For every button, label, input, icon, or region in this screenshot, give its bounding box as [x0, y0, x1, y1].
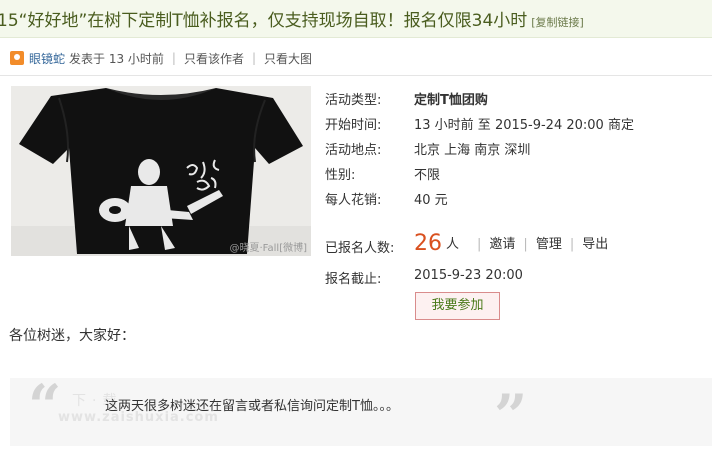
post-greeting: 各位树迷，大家好：: [9, 328, 135, 344]
manage-link[interactable]: 管理: [536, 237, 562, 252]
cost-value: 40 元: [414, 193, 448, 208]
op-separator: |: [569, 237, 575, 252]
post-time: 发表于 13 小时前: [69, 51, 164, 66]
export-link[interactable]: 导出: [582, 237, 608, 252]
type-value: 定制T恤团购: [414, 93, 488, 108]
meta-separator: |: [171, 51, 176, 65]
close-quote-icon: ”: [494, 382, 528, 450]
join-button[interactable]: 我要参加: [415, 292, 500, 320]
quote-block: 下·载 www.zaishuxia.com “ 这两天很多树迷还在留言或者私信询…: [10, 372, 712, 450]
start-label: 开始时间:: [325, 118, 382, 133]
open-quote-icon: “: [28, 372, 62, 440]
author-only-link[interactable]: 只看该作者: [184, 50, 244, 67]
deadline-label: 报名截止:: [325, 272, 382, 287]
count-unit: 人: [446, 237, 460, 252]
photo-watermark: @晓夏·Fall[微博]: [229, 243, 308, 254]
place-value: 北京 上海 南京 深圳: [414, 143, 531, 158]
quote-text: 这两天很多树迷还在留言或者私信询问定制T恤。。。: [105, 399, 399, 414]
op-separator: |: [477, 237, 482, 252]
cost-label: 每人花销:: [325, 193, 382, 208]
thread-title: 15“好好地”在树下定制T恤补报名，仅支持现场自取！报名仅限34小时 [复制链接]: [0, 11, 584, 31]
meta-separator: |: [251, 51, 257, 65]
place-label: 活动地点:: [325, 143, 382, 158]
tshirt-image: [11, 86, 311, 256]
author-name[interactable]: 眼镜蛇: [29, 50, 65, 67]
post-meta: 眼镜蛇 发表于 13 小时前 | 只看该作者 | 只看大图: [10, 49, 312, 67]
registered-count: 26: [414, 231, 442, 256]
deadline-value: 2015-9-23 20:00: [414, 268, 523, 283]
op-separator: |: [523, 237, 528, 252]
avatar-icon[interactable]: [10, 51, 24, 65]
divider: [0, 75, 712, 76]
invite-link[interactable]: 邀请: [489, 237, 515, 252]
big-image-link[interactable]: 只看大图: [264, 50, 312, 67]
count-label: 已报名人数:: [325, 241, 395, 256]
gender-value: 不限: [414, 168, 441, 183]
start-value: 13 小时前 至 2015-9-24 20:00 商定: [414, 118, 634, 133]
copy-link[interactable]: [复制链接]: [531, 16, 584, 29]
gender-label: 性别:: [325, 168, 356, 183]
thread-title-bar: 15“好好地”在树下定制T恤补报名，仅支持现场自取！报名仅限34小时 [复制链接]: [0, 0, 712, 38]
type-label: 活动类型:: [325, 93, 382, 108]
tshirt-photo[interactable]: @晓夏·Fall[微博]: [11, 86, 311, 256]
count-value-group: 26 人 | 邀请 | 管理 | 导出: [414, 229, 614, 256]
